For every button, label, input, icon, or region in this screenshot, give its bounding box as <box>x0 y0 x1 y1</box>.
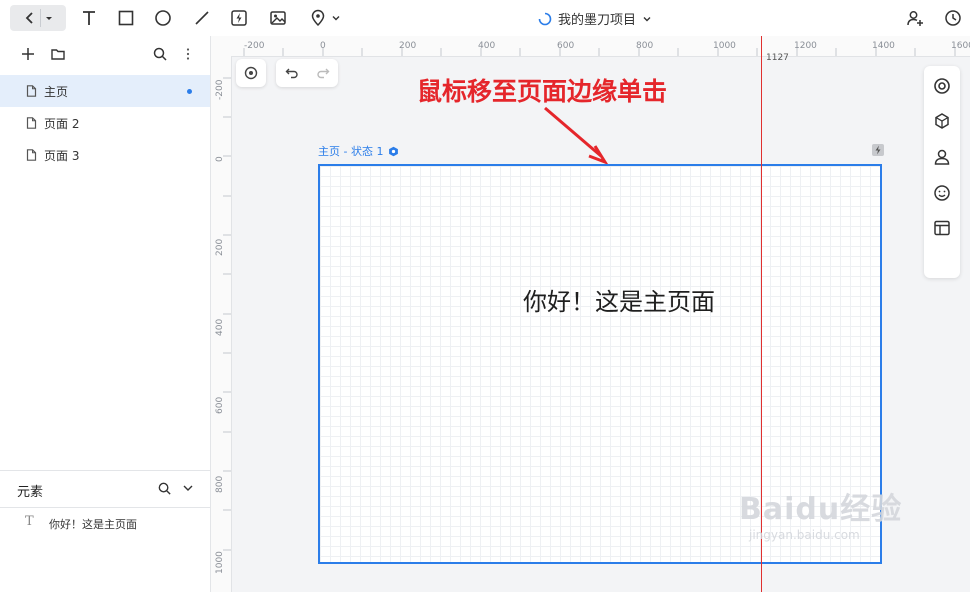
page-item-home[interactable]: 主页 <box>0 75 210 107</box>
elements-title: 元素 <box>17 485 44 500</box>
line-tool-icon[interactable] <box>191 5 213 31</box>
loading-icon <box>538 12 552 26</box>
ellipse-tool-icon[interactable] <box>152 5 174 31</box>
top-toolbar: 我的墨刀项目 <box>0 0 970 37</box>
hello-text-element[interactable]: 你好！这是主页面 <box>523 282 715 317</box>
page-icon <box>26 149 37 161</box>
ruler-label: 0 <box>215 156 225 162</box>
page-label: 页面 2 <box>44 116 80 131</box>
vertical-ruler[interactable]: -200 0 200 400 600 800 1000 <box>211 56 232 592</box>
redo-icon[interactable] <box>316 66 330 80</box>
ruler-label: 1400 <box>872 41 895 51</box>
chevron-down-icon[interactable] <box>182 482 194 494</box>
horizontal-ruler[interactable]: -200 0 200 400 600 800 1000 1200 1400 16… <box>211 36 970 57</box>
element-item-text[interactable]: T 你好！这是主页面 <box>0 510 210 534</box>
right-toolbar <box>924 66 960 278</box>
target-icon[interactable] <box>932 76 952 96</box>
page-icon <box>26 117 37 129</box>
text-element-icon: T <box>25 514 34 529</box>
cube-icon[interactable] <box>932 111 952 131</box>
ruler-label: -200 <box>244 41 265 51</box>
ruler-label: 1200 <box>794 41 817 51</box>
page-label: 页面 3 <box>44 148 80 163</box>
smile-icon[interactable] <box>932 183 952 203</box>
person-icon[interactable] <box>932 147 952 167</box>
history-icon[interactable] <box>942 5 964 31</box>
ruler-label: 800 <box>636 41 654 51</box>
left-panel: 主页 页面 2 页面 3 元素 T 你好！这是主页面 <box>0 36 211 592</box>
ruler-label: 200 <box>399 41 417 51</box>
project-name: 我的墨刀项目 <box>558 13 637 28</box>
elements-header: 元素 <box>0 470 210 508</box>
ruler-label: 400 <box>215 318 225 336</box>
ruler-label: 600 <box>215 396 225 414</box>
ruler-label: 400 <box>478 41 496 51</box>
interaction-icon[interactable] <box>872 144 884 156</box>
watermark-logo: Baidu经验 <box>739 492 903 527</box>
component-badge-icon <box>389 146 399 156</box>
ruler-label: 200 <box>215 238 225 256</box>
layout-icon[interactable] <box>932 218 952 238</box>
frame-label[interactable]: 主页 - 状态 1 <box>318 143 399 159</box>
chevron-down-icon[interactable] <box>642 14 652 24</box>
add-page-icon[interactable] <box>20 46 36 62</box>
element-label: 你好！这是主页面 <box>49 518 137 531</box>
ruler-label: -200 <box>215 79 225 100</box>
more-icon[interactable] <box>180 46 196 62</box>
page-label: 主页 <box>44 84 69 99</box>
ruler-label: 800 <box>215 475 225 493</box>
back-icon[interactable] <box>22 10 38 26</box>
ruler-label: 1000 <box>713 41 736 51</box>
page-item-3[interactable]: 页面 3 <box>0 139 210 171</box>
page-icon <box>26 85 37 97</box>
folder-icon[interactable] <box>50 46 66 62</box>
ruler-label: 1000 <box>215 551 225 574</box>
image-tool-icon[interactable] <box>267 5 289 31</box>
text-tool-icon[interactable] <box>78 5 100 31</box>
component-tool-icon[interactable] <box>228 5 250 31</box>
location-tool-icon[interactable] <box>305 5 345 31</box>
watermark: Baidu经验 jingyan.baidu.com <box>739 484 902 542</box>
project-title[interactable]: 我的墨刀项目 <box>538 9 652 28</box>
watermark-url: jingyan.baidu.com <box>749 528 860 542</box>
target-icon[interactable] <box>236 59 266 87</box>
ruler-label: 0 <box>320 41 326 51</box>
annotation-text: 鼠标移至页面边缘单击 <box>417 77 668 106</box>
active-page-dot <box>187 88 192 94</box>
page-item-2[interactable]: 页面 2 <box>0 107 210 139</box>
annotation-arrow <box>544 106 609 165</box>
ruler-label: 600 <box>557 41 575 51</box>
canvas-area[interactable]: -200 0 200 400 600 800 1000 1200 1400 16… <box>211 36 970 592</box>
dropdown-icon[interactable] <box>43 12 55 24</box>
search-icon[interactable] <box>152 46 168 62</box>
rectangle-tool-icon[interactable] <box>115 5 137 31</box>
add-user-icon[interactable] <box>904 5 926 31</box>
back-menu-group[interactable] <box>10 5 66 31</box>
guide-position-label: 1127 <box>766 53 789 63</box>
undo-redo-group <box>276 59 338 87</box>
undo-icon[interactable] <box>285 66 299 80</box>
search-icon[interactable] <box>157 481 172 496</box>
frame-state-label: 主页 - 状态 1 <box>318 145 384 158</box>
ruler-label: 1600 <box>951 41 970 51</box>
